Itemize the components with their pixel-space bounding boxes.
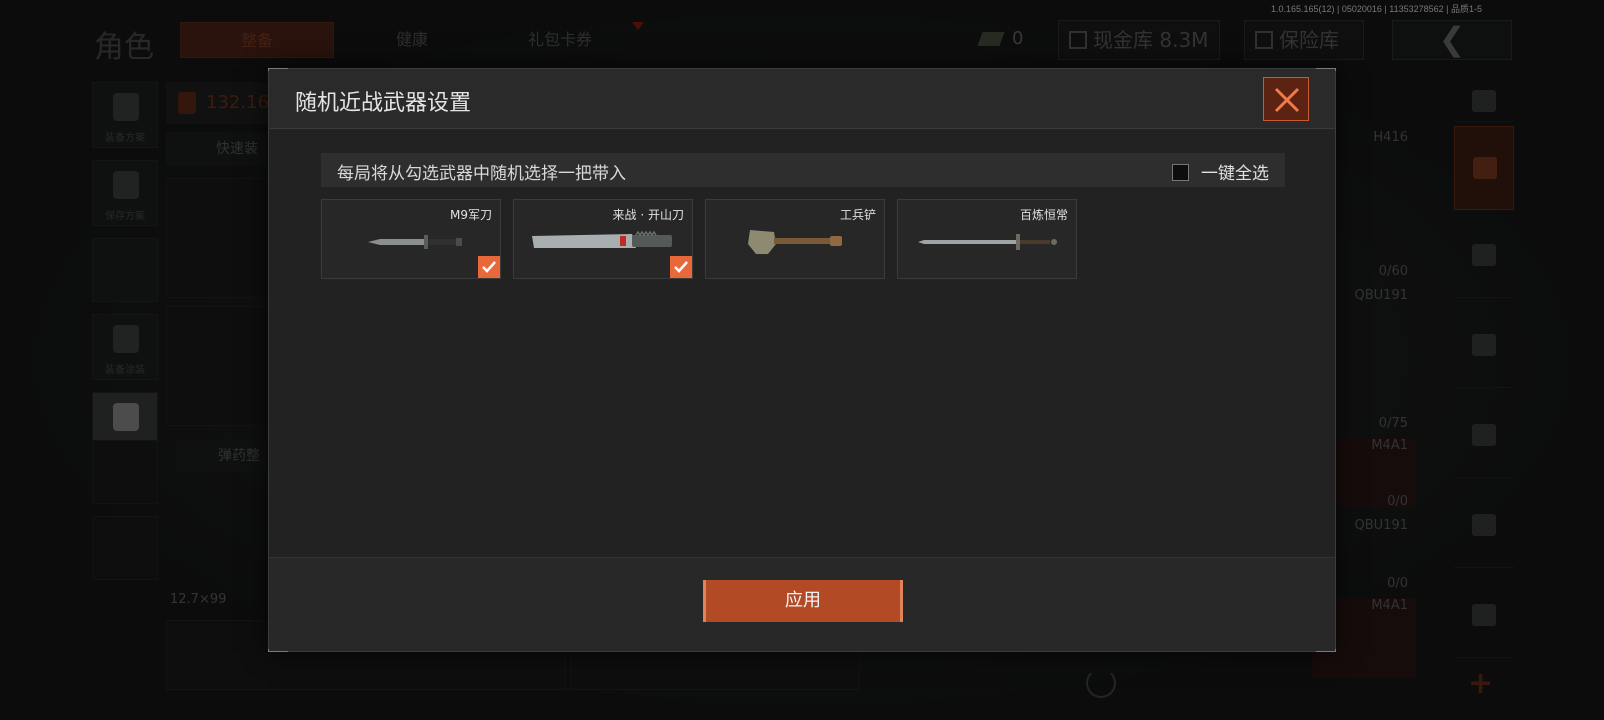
info-bar: 每局将从勾选武器中随机选择一把带入 一键全选 [321,153,1285,187]
machete-icon [532,230,672,248]
checkmark-icon [482,261,496,273]
weapon-name: 工兵铲 [839,208,876,222]
select-all-label: 一键全选 [1201,164,1269,184]
dialog-title: 随机近战武器设置 [295,91,472,116]
knife-icon [368,235,462,249]
dialog-body: 每局将从勾选武器中随机选择一把带入 一键全选 M9军刀 来战 · 开山刀 工兵铲… [269,129,1335,559]
random-melee-dialog: 随机近战武器设置 每局将从勾选武器中随机选择一把带入 一键全选 M9军刀 来战 … [268,68,1336,652]
close-button[interactable] [1263,77,1309,121]
weapon-checkbox-checked[interactable] [478,256,500,278]
dialog-footer: 应用 [269,557,1335,651]
sword-icon [918,234,1057,250]
weapon-card-sword[interactable]: 百炼恒常 [897,199,1077,279]
checkbox-icon[interactable] [1172,164,1189,181]
weapon-card-m9[interactable]: M9军刀 [321,199,501,279]
shovel-icon [748,230,842,254]
checkmark-icon [674,261,688,273]
close-icon [1274,87,1300,113]
dialog-header: 随机近战武器设置 [269,69,1335,129]
weapon-name: 来战 · 开山刀 [612,208,684,222]
apply-button[interactable]: 应用 [703,580,903,622]
weapon-checkbox-checked[interactable] [670,256,692,278]
weapon-card-machete[interactable]: 来战 · 开山刀 [513,199,693,279]
weapon-name: M9军刀 [450,208,492,222]
select-all-checkbox[interactable]: 一键全选 [1172,159,1269,184]
info-text: 每局将从勾选武器中随机选择一把带入 [337,164,626,184]
weapon-card-shovel[interactable]: 工兵铲 [705,199,885,279]
weapon-name: 百炼恒常 [1019,208,1068,222]
